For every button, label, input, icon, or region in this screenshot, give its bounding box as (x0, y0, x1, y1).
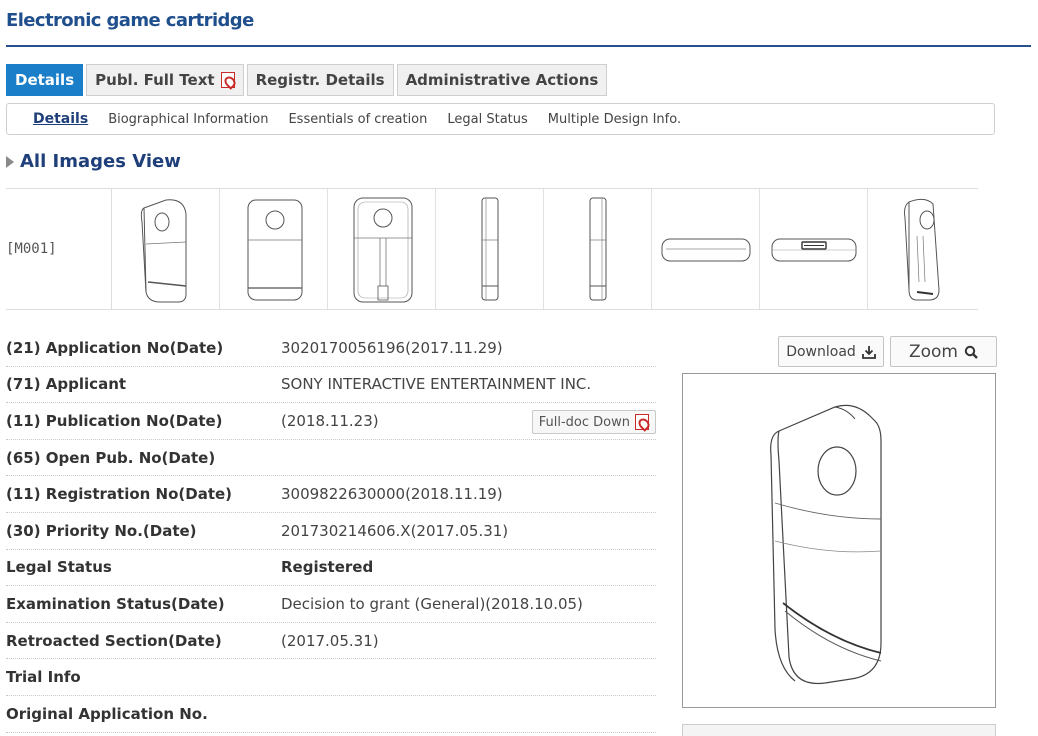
title-divider (6, 45, 1031, 47)
cartridge-right-side-icon (589, 197, 606, 301)
legal-status-value: Registered (281, 558, 374, 577)
field-row: Original Application No. (6, 696, 656, 733)
below-panel (682, 724, 996, 736)
cartridge-front-icon (247, 199, 302, 301)
field-value: SONY INTERACTIVE ENTERTAINMENT INC. (281, 375, 592, 394)
cartridge-rear-perspective-icon (904, 198, 940, 301)
field-value: 3009822630000(2018.11.19) (281, 485, 503, 504)
tab-administrative-actions[interactable]: Administrative Actions (396, 64, 608, 96)
field-value: Decision to grant (General)(2018.10.05) (281, 594, 583, 613)
field-label: (11) Publication No(Date) (6, 411, 223, 430)
tab-label: Administrative Actions (405, 71, 599, 89)
design-image-preview[interactable] (682, 373, 996, 708)
expand-triangle-icon (6, 155, 14, 168)
button-label: Download (786, 343, 856, 360)
thumbnail-front[interactable] (220, 189, 328, 309)
tab-label: Details (15, 71, 75, 89)
section-title-text: All Images View (20, 151, 181, 172)
field-label: Examination Status(Date) (6, 594, 225, 613)
thumbnail-perspective[interactable] (112, 189, 220, 309)
page-title: Electronic game cartridge (6, 10, 254, 31)
field-label: (65) Open Pub. No(Date) (6, 448, 216, 467)
field-row: (11) Publication No(Date) (2018.11.23) F… (6, 403, 656, 440)
field-value: 3020170056196(2017.11.29) (281, 338, 503, 357)
pdf-icon (635, 414, 649, 431)
sub-tabs: Details Biographical Information Essenti… (6, 103, 995, 135)
tab-label: Publ. Full Text (95, 71, 215, 89)
field-label: (71) Applicant (6, 375, 127, 394)
tab-publ-full-text[interactable]: Publ. Full Text (86, 64, 244, 96)
download-button[interactable]: Download (778, 336, 884, 367)
field-value: (2018.11.23) (281, 411, 379, 430)
main-tabs: Details Publ. Full Text Registr. Details… (6, 64, 610, 96)
field-row: (11) Registration No(Date) 3009822630000… (6, 476, 656, 513)
cartridge-bottom-icon (771, 238, 856, 262)
bibliographic-fields: (21) Application No(Date) 3020170056196(… (6, 330, 656, 733)
images-row: [M001] (6, 188, 978, 310)
tab-details[interactable]: Details (6, 64, 84, 96)
search-icon (964, 345, 978, 359)
field-value: 201730214606.X(2017.05.31) (281, 521, 509, 540)
cartridge-rear-icon (353, 197, 412, 303)
field-row: (65) Open Pub. No(Date) (6, 440, 656, 477)
field-label: (11) Registration No(Date) (6, 485, 233, 504)
download-icon (861, 345, 876, 359)
cartridge-left-side-icon (481, 197, 498, 301)
model-code: [M001] (6, 189, 112, 309)
field-row: Legal Status Registered (6, 550, 656, 587)
field-label: Retroacted Section(Date) (6, 631, 222, 650)
subtab-essentials-of-creation[interactable]: Essentials of creation (288, 112, 427, 127)
field-row: Retroacted Section(Date) (2017.05.31) (6, 623, 656, 660)
field-row: (21) Application No(Date) 3020170056196(… (6, 330, 656, 367)
thumbnail-right-side[interactable] (544, 189, 652, 309)
button-label: Full-doc Down (538, 414, 630, 430)
pdf-icon (220, 72, 235, 88)
thumbnail-rear[interactable] (328, 189, 436, 309)
thumbnail-left-side[interactable] (436, 189, 544, 309)
field-label: (30) Priority No.(Date) (6, 521, 197, 540)
cartridge-large-image (770, 404, 882, 684)
field-value: (2017.05.31) (281, 631, 379, 650)
field-row: Examination Status(Date) Decision to gra… (6, 586, 656, 623)
tab-label: Registr. Details (255, 71, 385, 89)
thumbnail-top[interactable] (652, 189, 760, 309)
thumbnail-rear-perspective[interactable] (868, 189, 976, 309)
all-images-heading[interactable]: All Images View (6, 151, 181, 172)
field-label: Legal Status (6, 558, 112, 577)
zoom-button[interactable]: Zoom (890, 336, 997, 367)
thumbnail-bottom[interactable] (760, 189, 868, 309)
button-label: Zoom (908, 341, 958, 362)
subtab-details[interactable]: Details (33, 111, 88, 127)
field-label: Original Application No. (6, 704, 208, 723)
field-row: (71) Applicant SONY INTERACTIVE ENTERTAI… (6, 367, 656, 404)
cartridge-perspective-icon (140, 199, 186, 303)
tab-registr-details[interactable]: Registr. Details (246, 64, 394, 96)
field-row: (30) Priority No.(Date) 201730214606.X(2… (6, 513, 656, 550)
field-row: Trial Info (6, 659, 656, 696)
field-label: (21) Application No(Date) (6, 338, 224, 357)
full-doc-download-button[interactable]: Full-doc Down (531, 410, 656, 435)
subtab-biographical-information[interactable]: Biographical Information (108, 112, 268, 127)
subtab-multiple-design-info[interactable]: Multiple Design Info. (548, 112, 681, 127)
subtab-legal-status[interactable]: Legal Status (447, 112, 527, 127)
cartridge-top-icon (661, 238, 750, 262)
field-label: Trial Info (6, 668, 81, 687)
